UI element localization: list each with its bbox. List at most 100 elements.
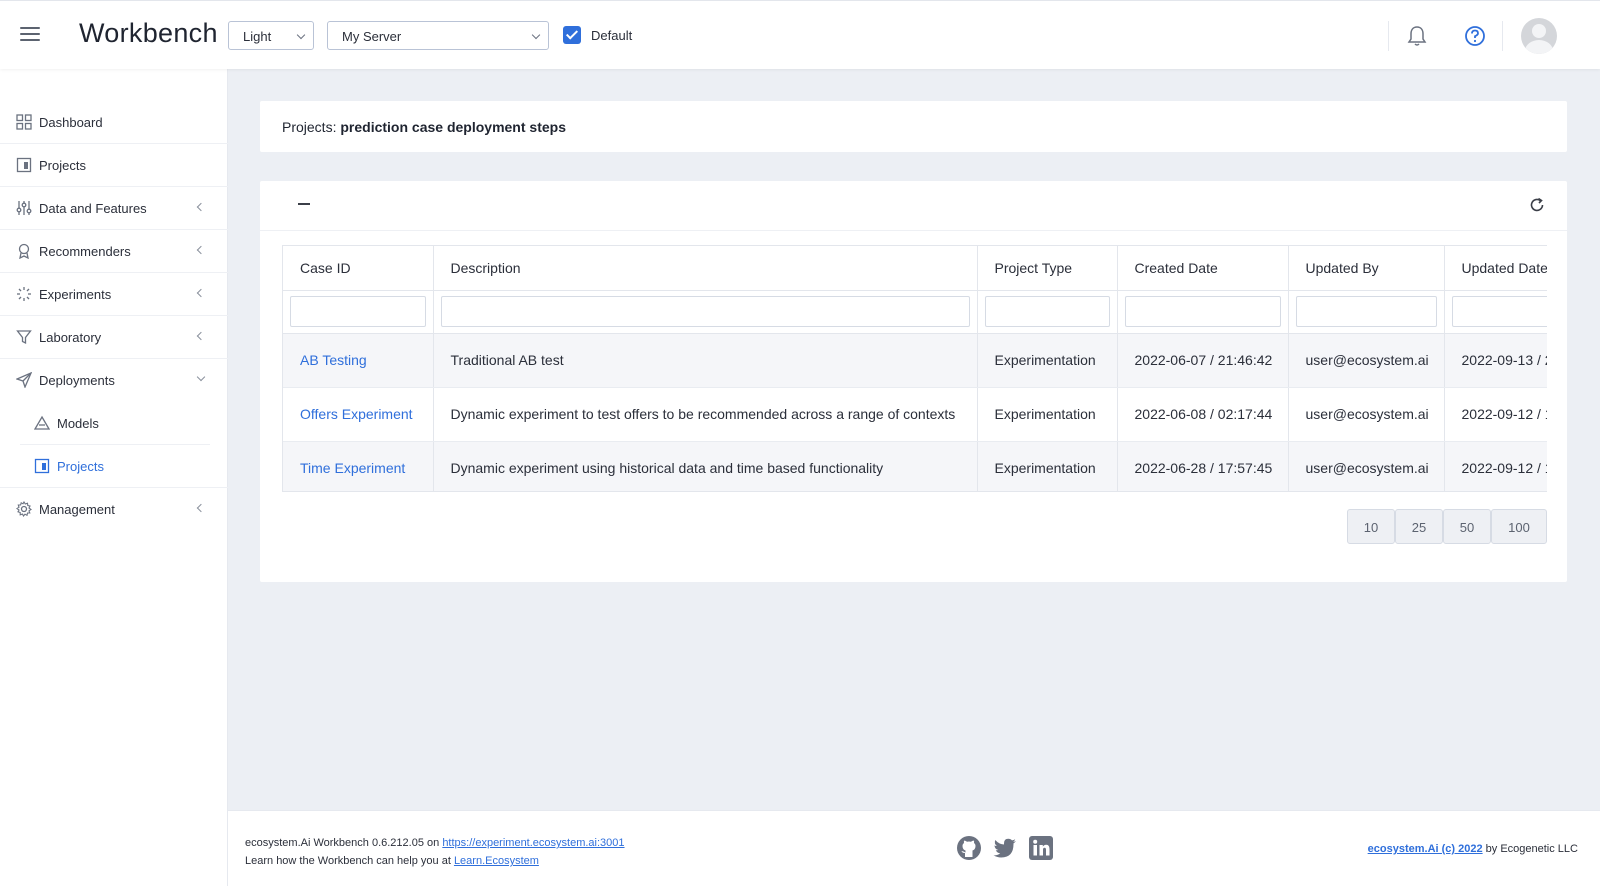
column-header-project-type[interactable]: Project Type [977,246,1118,291]
project-icon [34,458,50,474]
project-icon [16,157,32,173]
gear-icon [16,501,32,517]
version-text: ecosystem.Ai Workbench 0.6.212.05 on [245,837,440,849]
avatar[interactable] [1521,18,1557,54]
triangle-icon [34,415,50,430]
project-type-cell: Experimentation [977,387,1118,442]
copyright: ecosystem.Ai (c) 2022 by Ecogenetic LLC [1368,843,1578,855]
table-row: AB Testing Traditional AB test Experimen… [283,333,1547,388]
created-date-cell: 2022-06-08 / 02:17:44 [1117,387,1289,442]
projects-table: Case ID Description Project Type Created… [282,245,1547,492]
sidebar-item-label: Experiments [39,287,112,302]
sidebar-item-deployments[interactable]: Deployments [0,359,228,402]
page-title: Projects: prediction case deployment ste… [282,119,566,135]
sidebar-item-label: Models [57,416,99,431]
filter-updated-by-input[interactable] [1295,296,1437,327]
description-cell: Traditional AB test [433,333,978,388]
sidebar-item-laboratory[interactable]: Laboratory [0,316,228,359]
sidebar-item-data-and-features[interactable]: Data and Features [0,187,228,230]
server-select-value: My Server [342,29,402,44]
case-id-link[interactable]: Time Experiment [300,460,405,476]
chevron-left-icon [196,245,206,255]
column-header-updated-by[interactable]: Updated By [1288,246,1445,291]
filter-created-date-input[interactable] [1124,296,1281,327]
twitter-icon[interactable] [992,835,1018,861]
case-id-link[interactable]: AB Testing [300,352,367,368]
chevron-down-icon [296,30,306,40]
filter-case-id-input[interactable] [290,296,426,327]
sidebar-item-management[interactable]: Management [0,488,228,531]
filter-description-input[interactable] [440,296,970,327]
copyright-suffix: by Ecogenetic LLC [1485,843,1578,855]
page-size-10-button[interactable]: 10 [1347,509,1395,544]
award-icon [18,243,30,259]
updated-date-cell: 2022-09-12 / 1 [1444,387,1547,442]
chevron-down-icon [531,30,541,40]
sidebar-item-deployment-projects[interactable]: Projects [0,445,228,488]
page-title-prefix: Projects: [282,119,337,135]
sidebar-item-dashboard[interactable]: Dashboard [0,101,228,144]
default-checkbox[interactable] [563,26,581,44]
server-select[interactable]: My Server [327,21,549,50]
loader-icon [17,287,31,301]
chevron-down-icon [196,372,206,382]
sidebar-item-label: Deployments [39,373,115,388]
updated-by-cell: user@ecosystem.ai [1288,333,1445,388]
linkedin-icon[interactable] [1028,835,1054,861]
filter-project-type-input[interactable] [984,296,1110,327]
sidebar-item-label: Projects [57,459,104,474]
theme-select[interactable]: Light [228,21,314,50]
page-size-50-button[interactable]: 50 [1443,509,1491,544]
chevron-left-icon [196,331,206,341]
github-icon[interactable] [956,835,982,861]
page-title-panel: Projects: prediction case deployment ste… [260,101,1567,152]
help-icon[interactable] [1464,25,1486,47]
updated-by-cell: user@ecosystem.ai [1288,387,1445,442]
grid-icon [16,114,32,130]
sidebar-item-label: Dashboard [39,115,103,130]
table-body: AB Testing Traditional AB test Experimen… [283,333,1547,491]
page-size-100-button[interactable]: 100 [1491,509,1547,544]
created-date-cell: 2022-06-28 / 17:57:45 [1117,441,1289,491]
chevron-left-icon [196,503,206,513]
project-type-cell: Experimentation [977,441,1118,491]
sidebar-item-projects[interactable]: Projects [0,144,228,187]
refresh-icon[interactable] [1529,197,1545,213]
divider [1502,21,1503,51]
sidebar: Dashboard Projects Data and Features Rec… [0,69,228,886]
chevron-left-icon [196,288,206,298]
column-header-case-id[interactable]: Case ID [283,246,434,291]
divider [1388,21,1389,51]
sidebar-item-models[interactable]: Models [0,402,228,445]
collapse-icon[interactable] [298,203,310,205]
column-header-updated-date[interactable]: Updated Date [1444,246,1547,291]
chevron-left-icon [196,202,206,212]
case-id-link[interactable]: Offers Experiment [300,406,413,422]
filter-updated-date-input[interactable] [1451,296,1547,327]
sidebar-item-label: Projects [39,158,86,173]
copyright-link[interactable]: ecosystem.Ai (c) 2022 [1368,843,1483,855]
column-header-description[interactable]: Description [433,246,978,291]
filter-icon [16,330,32,345]
description-cell: Dynamic experiment using historical data… [433,441,978,491]
sidebar-item-label: Laboratory [39,330,102,345]
table-row: Offers Experiment Dynamic experiment to … [283,387,1547,442]
send-icon [16,372,32,388]
sidebar-item-label: Data and Features [39,201,147,216]
learn-text: Learn how the Workbench can help you at [245,855,451,867]
created-date-cell: 2022-06-07 / 21:46:42 [1117,333,1289,388]
footer-info: ecosystem.Ai Workbench 0.6.212.05 on htt… [245,834,625,870]
sidebar-item-recommenders[interactable]: Recommenders [0,230,228,273]
default-label: Default [591,28,633,43]
column-header-created-date[interactable]: Created Date [1117,246,1289,291]
sidebar-item-label: Management [39,502,115,517]
bell-icon[interactable] [1407,25,1427,47]
updated-date-cell: 2022-09-12 / 1 [1444,441,1547,491]
menu-icon[interactable] [20,27,40,41]
page-size-25-button[interactable]: 25 [1395,509,1443,544]
sidebar-item-experiments[interactable]: Experiments [0,273,228,316]
table-panel: Case ID Description Project Type Created… [260,181,1567,582]
server-url-link[interactable]: https://experiment.ecosystem.ai:3001 [442,837,624,849]
learn-link[interactable]: Learn.Ecosystem [454,855,539,867]
top-bar: Workbench Light My Server Default [0,0,1600,69]
